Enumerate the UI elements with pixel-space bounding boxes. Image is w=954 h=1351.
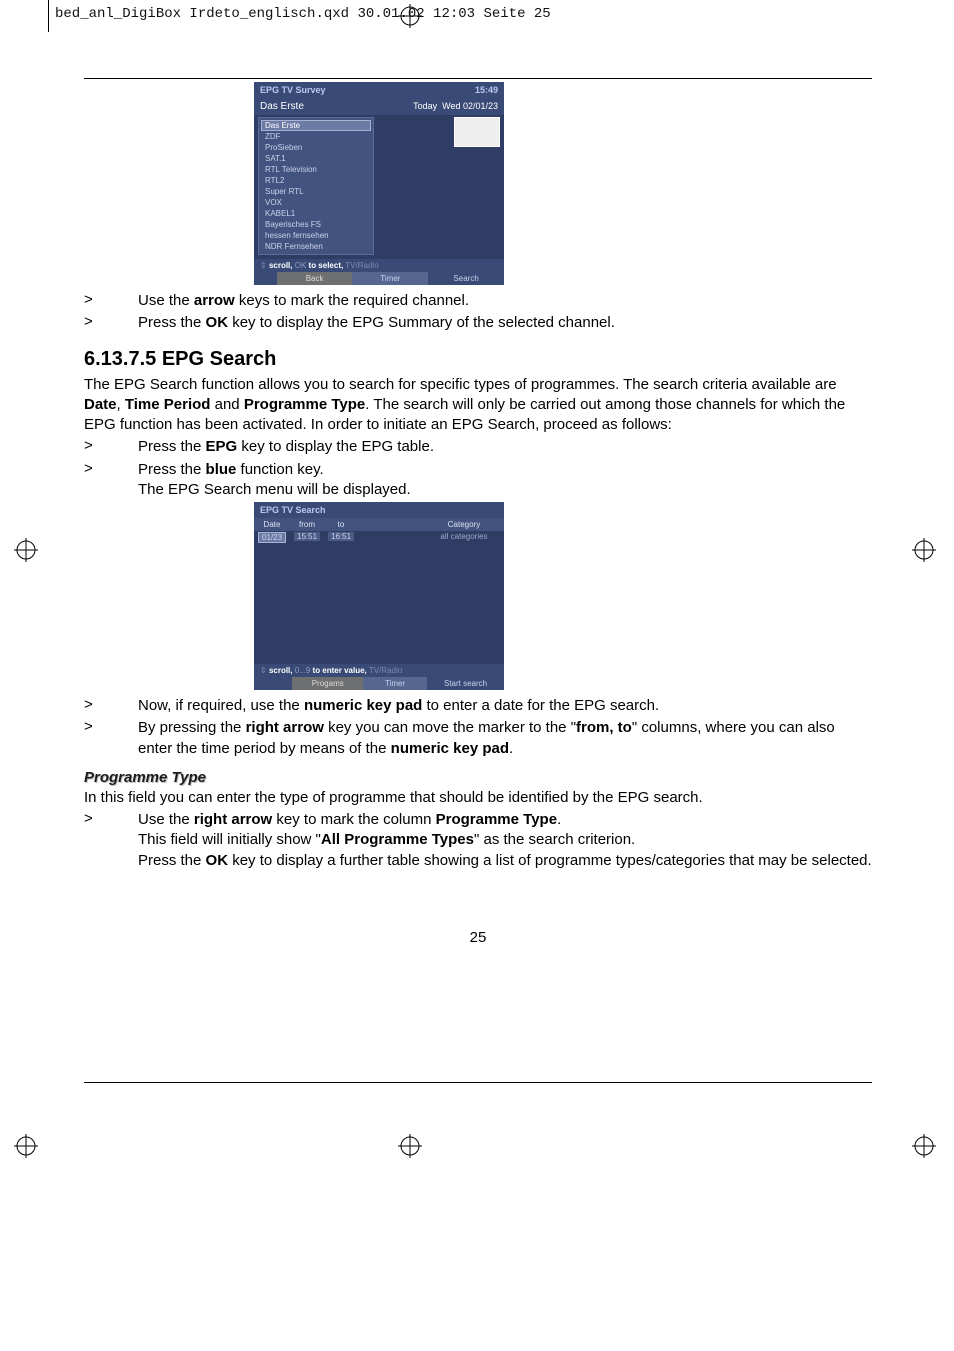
epg2-head-date: Date: [254, 518, 290, 531]
channel-item: SAT.1: [261, 153, 371, 164]
epg2-footer-timer: Timer: [363, 677, 427, 690]
epg1-footer-timer: Timer: [352, 272, 428, 285]
registration-mark-bottom-right: [912, 1134, 936, 1158]
section-heading-epg-search: 6.13.7.5 EPG Search: [84, 348, 872, 371]
registration-mark-bottom-left: [14, 1134, 38, 1158]
channel-item: Das Erste: [261, 120, 371, 131]
epg1-today: Today: [413, 101, 437, 111]
page-content: EPG TV Survey 15:49 Das Erste Today Wed …: [84, 82, 872, 946]
instruction-arrow-keys: > Use the arrow keys to mark the require…: [84, 291, 872, 311]
epg-search-intro: The EPG Search function allows you to se…: [84, 375, 872, 436]
epg2-val-to: 16:51: [328, 532, 354, 541]
epg2-head-from: from: [290, 518, 324, 531]
programme-type-intro: In this field you can enter the type of …: [84, 788, 872, 808]
channel-item: Super RTL: [261, 186, 371, 197]
programme-type-heading: Programme Type: [84, 769, 872, 786]
epg-survey-screenshot: EPG TV Survey 15:49 Das Erste Today Wed …: [254, 82, 504, 285]
epg1-channel-list: Das Erste ZDF ProSieben SAT.1 RTL Televi…: [258, 117, 374, 255]
registration-mark-bottom: [398, 1134, 422, 1158]
epg1-preview-box: [454, 117, 500, 147]
registration-mark-right: [912, 538, 936, 562]
epg2-val-from: 15:51: [294, 532, 320, 541]
instruction-epg-key: > Press the EPG key to display the EPG t…: [84, 437, 872, 457]
channel-item: NDR Fernsehen: [261, 241, 371, 252]
crop-line-top: [84, 78, 872, 79]
epg1-footer-search: Search: [428, 272, 504, 285]
epg2-head-category: Category: [424, 518, 504, 531]
epg2-hint: ⇕ scroll, 0...9 to enter value, TV/Radio: [254, 664, 504, 677]
epg1-hint: ⇕ scroll, OK to select, TV/Radio: [254, 259, 504, 272]
instruction-programme-type: > Use the right arrow key to mark the co…: [84, 810, 872, 871]
crop-mark: [48, 0, 49, 32]
channel-item: ProSieben: [261, 142, 371, 153]
instruction-blue-key: > Press the blue function key.The EPG Se…: [84, 460, 872, 501]
epg-search-screenshot: EPG TV Search Date from to Category 01/2…: [254, 502, 504, 690]
crop-line-bottom: [84, 1082, 872, 1083]
epg1-channel-name: Das Erste: [260, 101, 304, 112]
page-number: 25: [84, 929, 872, 946]
instruction-ok-key: > Press the OK key to display the EPG Su…: [84, 313, 872, 333]
instruction-numeric-keypad: > Now, if required, use the numeric key …: [84, 696, 872, 716]
epg2-footer-progams: Progams: [292, 677, 363, 690]
epg1-time: 15:49: [475, 85, 498, 95]
channel-item: KABEL1: [261, 208, 371, 219]
epg1-footer-back: Back: [277, 272, 353, 285]
epg2-footer-start: Start search: [427, 677, 504, 690]
epg2-val-category: all categories: [424, 531, 504, 544]
channel-item: ZDF: [261, 131, 371, 142]
registration-mark-top: [398, 4, 422, 28]
epg2-title: EPG TV Search: [254, 502, 504, 518]
instruction-right-arrow: > By pressing the right arrow key you ca…: [84, 718, 872, 759]
channel-item: hessen fernsehen: [261, 230, 371, 241]
epg2-head-to: to: [324, 518, 358, 531]
channel-item: RTL2: [261, 175, 371, 186]
registration-mark-left: [14, 538, 38, 562]
epg1-date: Wed 02/01/23: [442, 101, 498, 111]
epg2-val-date: 01/23: [258, 532, 286, 543]
channel-item: RTL Television: [261, 164, 371, 175]
epg1-title: EPG TV Survey: [260, 85, 326, 95]
channel-item: Bayerisches FS: [261, 219, 371, 230]
print-header: bed_anl_DigiBox Irdeto_englisch.qxd 30.0…: [55, 6, 551, 22]
channel-item: VOX: [261, 197, 371, 208]
